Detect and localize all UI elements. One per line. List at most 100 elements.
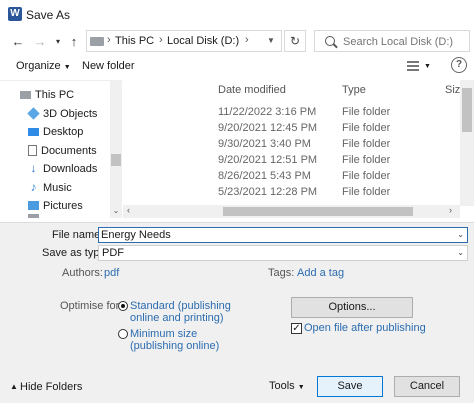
search-input[interactable] [343, 34, 467, 49]
optimise-for-label: Optimise for: [60, 300, 123, 312]
nav-item-label: 3D Objects [43, 107, 98, 120]
hide-folders-button[interactable]: Hide Folders [20, 381, 82, 393]
authors-label: Authors: [62, 267, 103, 279]
documents-icon [28, 145, 37, 156]
open-after-publishing-label[interactable]: Open file after publishing [304, 322, 426, 334]
address-bar[interactable]: › This PC › Local Disk (D:) › ▼ [86, 30, 282, 52]
nav-item-label: Pictures [43, 199, 83, 212]
file-list-horizontal-scrollbar[interactable]: ‹ › [123, 205, 460, 218]
row-type: File folder [342, 106, 391, 118]
row-date: 5/23/2021 12:28 PM [218, 186, 318, 198]
scroll-down-arrow-icon[interactable]: ⌄ [111, 206, 121, 216]
row-date: 9/20/2021 12:51 PM [218, 154, 318, 166]
save-as-type-dropdown-icon[interactable]: ⌄ [457, 248, 464, 257]
breadcrumb-chevron-icon[interactable]: › [245, 34, 249, 46]
search-icon [325, 36, 335, 46]
pictures-icon [28, 201, 39, 210]
nav-item-partial-icon [28, 214, 39, 218]
options-button[interactable]: Options... [291, 297, 413, 318]
row-date: 11/22/2022 3:16 PM [218, 106, 317, 118]
open-after-publishing-checkbox[interactable]: ✓ [291, 323, 302, 334]
breadcrumb-chevron-icon[interactable]: › [159, 34, 163, 46]
desktop-icon [28, 127, 39, 136]
address-dropdown-icon[interactable]: ▼ [267, 36, 275, 45]
cancel-button[interactable]: Cancel [394, 376, 460, 397]
nav-item-label: Downloads [43, 162, 98, 175]
recent-locations-chevron-icon[interactable]: ▾ [50, 34, 66, 50]
nav-item-label: Documents [41, 144, 97, 157]
view-dropdown-icon[interactable]: ▼ [424, 63, 431, 70]
view-options-icon[interactable] [407, 61, 419, 71]
authors-value[interactable]: pdf [104, 267, 119, 279]
file-name-dropdown-icon[interactable]: ⌄ [457, 230, 464, 239]
save-button[interactable]: Save [317, 376, 383, 397]
row-date: 9/20/2021 12:45 PM [218, 122, 318, 134]
add-tag-link[interactable]: Add a tag [297, 267, 344, 279]
nav-scrollbar-thumb[interactable] [111, 154, 121, 166]
breadcrumb-chevron-icon[interactable]: › [107, 34, 111, 46]
word-app-icon: W [8, 7, 22, 21]
downloads-icon: ↓ [30, 161, 37, 175]
row-date: 9/30/2021 3:40 PM [218, 138, 311, 150]
pc-icon [90, 37, 104, 46]
save-as-type-value: PDF [102, 247, 124, 259]
column-header-date-modified[interactable]: Date modified [218, 84, 286, 96]
horizontal-scrollbar-thumb[interactable] [223, 207, 413, 216]
nav-scrollbar[interactable]: ⌄ [110, 80, 122, 218]
tags-label: Tags: [268, 267, 295, 279]
scroll-left-arrow-icon[interactable]: ‹ [127, 205, 130, 215]
hide-folders-chevron-icon[interactable]: ▲ [10, 382, 18, 391]
optimise-minimum-radio[interactable] [118, 329, 128, 339]
nav-item-3d-objects[interactable]: 3D Objects [27, 105, 98, 122]
row-type: File folder [342, 154, 391, 166]
save-options-panel: File name: ⌄ Save as type: PDF ⌄ Authors… [0, 222, 474, 403]
file-name-input[interactable] [101, 229, 453, 241]
organize-button[interactable]: Organize ▼ [16, 60, 71, 72]
navigation-pane: This PC 3D Objects Desktop Documents ↓ D… [0, 80, 123, 218]
forward-arrow-icon[interactable]: → [32, 34, 48, 50]
breadcrumb-this-pc[interactable]: This PC [115, 35, 154, 47]
file-name-field[interactable]: ⌄ [98, 227, 468, 243]
file-list-vertical-scrollbar[interactable] [460, 80, 474, 206]
save-as-type-select[interactable]: PDF ⌄ [98, 245, 468, 261]
search-box[interactable] [314, 30, 470, 52]
row-type: File folder [342, 186, 391, 198]
row-type: File folder [342, 122, 391, 134]
file-name-label: File name: [52, 229, 104, 241]
row-date: 8/26/2021 5:43 PM [218, 170, 311, 182]
optimise-standard-radio[interactable] [118, 301, 128, 311]
up-arrow-icon[interactable]: ↑ [66, 34, 82, 50]
nav-item-desktop[interactable]: Desktop [28, 123, 83, 140]
nav-item-this-pc[interactable]: This PC [20, 86, 74, 103]
nav-item-documents[interactable]: Documents [28, 142, 97, 159]
nav-item-music[interactable]: ♪ Music [28, 179, 72, 196]
refresh-icon[interactable]: ↻ [284, 30, 306, 52]
back-arrow-icon[interactable]: ← [10, 34, 26, 50]
optimise-minimum-label-line1[interactable]: Minimum size [130, 328, 197, 340]
tools-button[interactable]: Tools ▼ [269, 380, 305, 392]
file-list: Date modified Type Size 11/22/2022 3:16 … [123, 80, 474, 218]
optimise-standard-label-line2[interactable]: online and printing) [130, 312, 224, 324]
nav-item-label: Desktop [43, 125, 84, 138]
nav-item-downloads[interactable]: ↓ Downloads [28, 160, 98, 177]
organize-label: Organize [16, 60, 61, 72]
3d-objects-icon [27, 107, 40, 120]
title-bar: W Save As [0, 0, 474, 30]
scroll-right-arrow-icon[interactable]: › [449, 205, 452, 215]
command-toolbar: Organize ▼ New folder ▼ ? [0, 56, 474, 78]
pc-icon [20, 90, 31, 99]
column-header-type[interactable]: Type [342, 84, 366, 96]
optimise-minimum-label-line2[interactable]: (publishing online) [130, 340, 219, 352]
organize-dropdown-icon: ▼ [63, 64, 71, 71]
breadcrumb-local-disk[interactable]: Local Disk (D:) [167, 35, 239, 47]
nav-item-label: Music [43, 181, 72, 194]
new-folder-button[interactable]: New folder [82, 60, 135, 72]
vertical-scrollbar-thumb[interactable] [462, 88, 472, 132]
optimise-standard-label-line1[interactable]: Standard (publishing [130, 300, 231, 312]
nav-item-label: This PC [35, 88, 75, 101]
row-type: File folder [342, 170, 391, 182]
help-icon[interactable]: ? [451, 57, 467, 73]
window-title: Save As [26, 8, 71, 22]
tools-dropdown-icon: ▼ [297, 384, 305, 391]
nav-item-pictures[interactable]: Pictures [28, 197, 83, 214]
